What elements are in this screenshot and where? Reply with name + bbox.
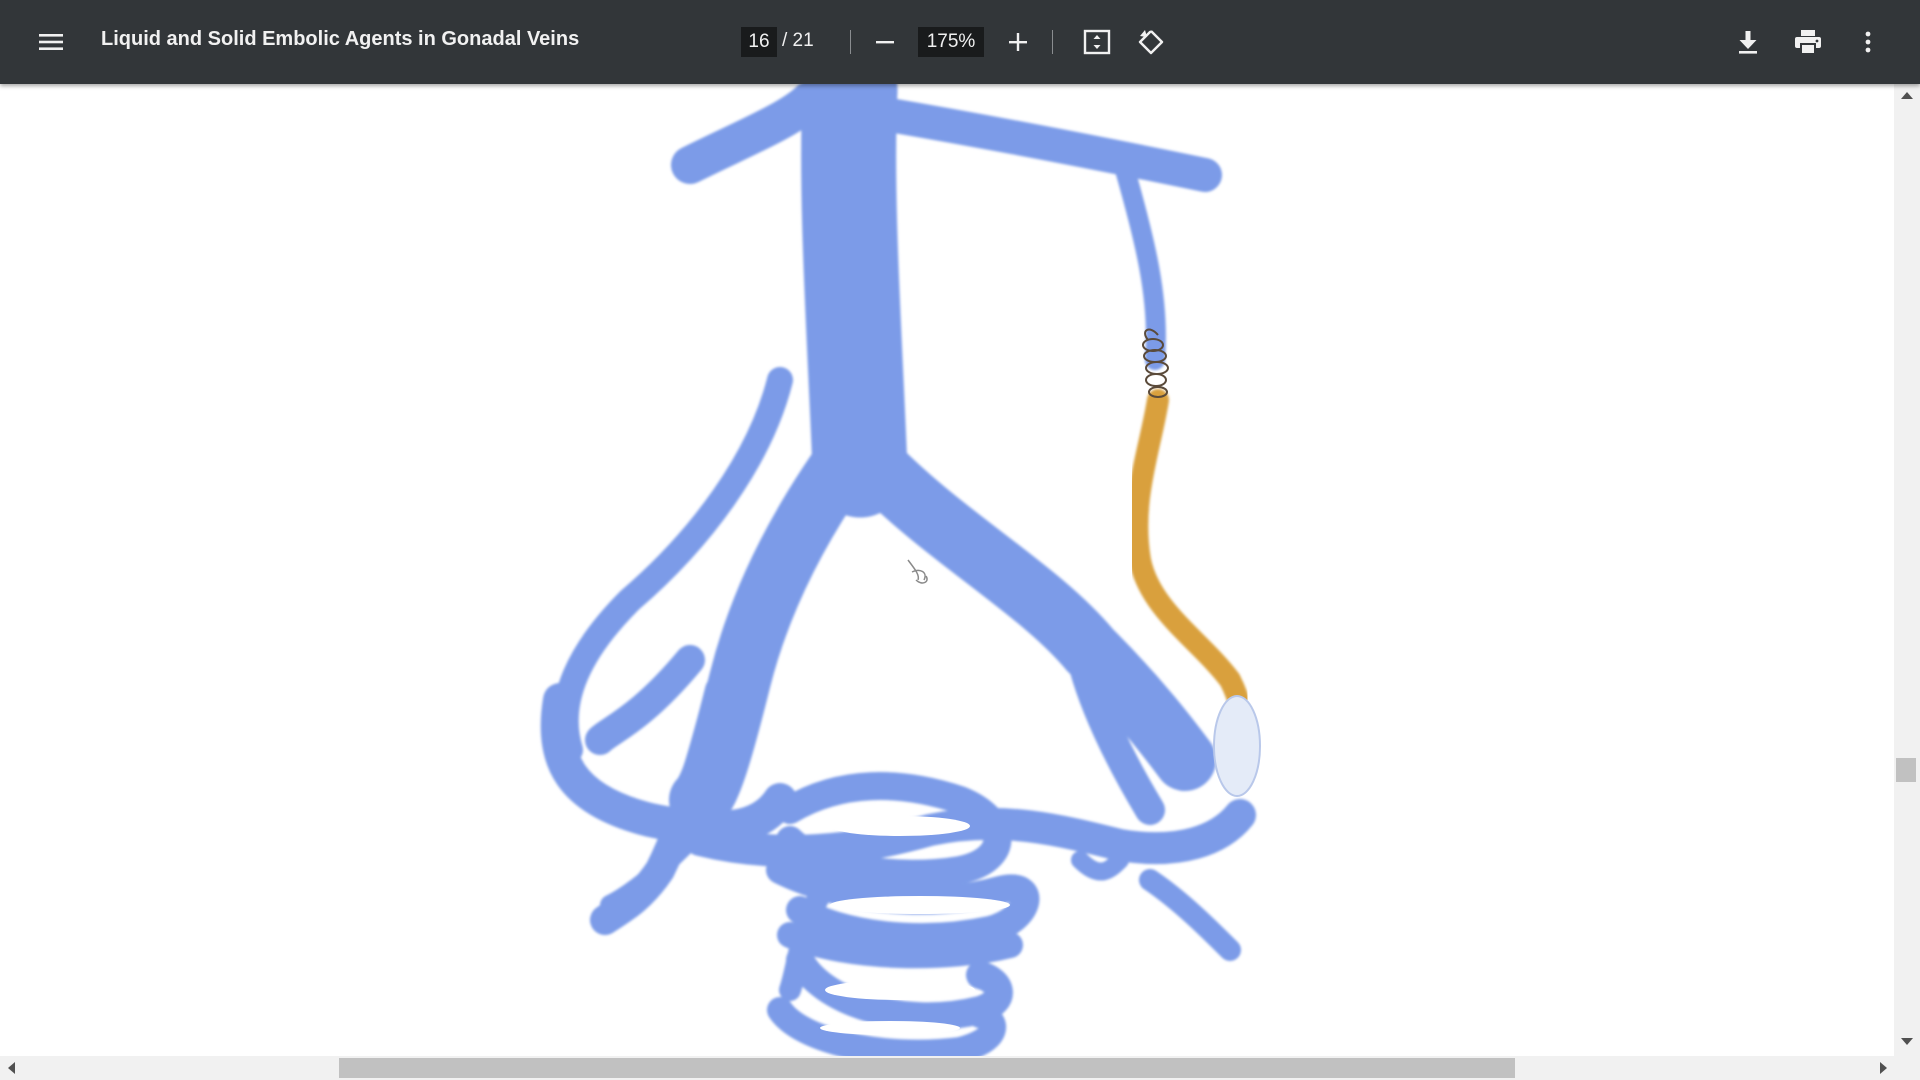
toolbar-divider — [850, 30, 851, 54]
scroll-right-arrow-icon[interactable] — [1880, 1062, 1887, 1074]
rotate-counterclockwise-icon — [1138, 27, 1164, 55]
venous-anatomy-illustration — [540, 84, 1261, 1056]
fit-to-page-icon — [1083, 29, 1111, 55]
zoom-input[interactable] — [918, 27, 984, 57]
zoom-out-button[interactable] — [865, 22, 905, 62]
minus-icon — [876, 41, 894, 44]
scroll-left-arrow-icon[interactable] — [8, 1062, 15, 1074]
rotate-button[interactable] — [1131, 22, 1171, 62]
more-vertical-icon — [1865, 31, 1871, 53]
horizontal-scroll-thumb[interactable] — [339, 1058, 1515, 1078]
print-icon — [1795, 30, 1821, 55]
toolbar-divider — [1052, 30, 1053, 54]
hamburger-menu-icon[interactable] — [31, 22, 71, 62]
occlusion-balloon — [1213, 695, 1261, 797]
more-options-button[interactable] — [1848, 22, 1888, 62]
scroll-down-arrow-icon[interactable] — [1901, 1038, 1913, 1045]
download-icon — [1739, 31, 1757, 54]
document-title: Liquid and Solid Embolic Agents in Gonad… — [101, 28, 580, 50]
vertical-scrollbar[interactable] — [1894, 84, 1920, 1056]
annotation-mark — [907, 559, 928, 584]
vertical-scroll-thumb[interactable] — [1896, 758, 1916, 782]
page-count: / 21 — [782, 30, 814, 51]
pdf-toolbar: Liquid and Solid Embolic Agents in Gonad… — [0, 0, 1920, 84]
zoom-in-button[interactable] — [998, 22, 1038, 62]
page-number-input[interactable] — [741, 27, 777, 57]
download-button[interactable] — [1728, 22, 1768, 62]
pdf-page-view[interactable] — [0, 84, 1894, 1056]
scroll-up-arrow-icon[interactable] — [1901, 92, 1913, 99]
print-button[interactable] — [1788, 22, 1828, 62]
plus-icon — [1009, 33, 1027, 51]
fit-to-page-button[interactable] — [1077, 22, 1117, 62]
